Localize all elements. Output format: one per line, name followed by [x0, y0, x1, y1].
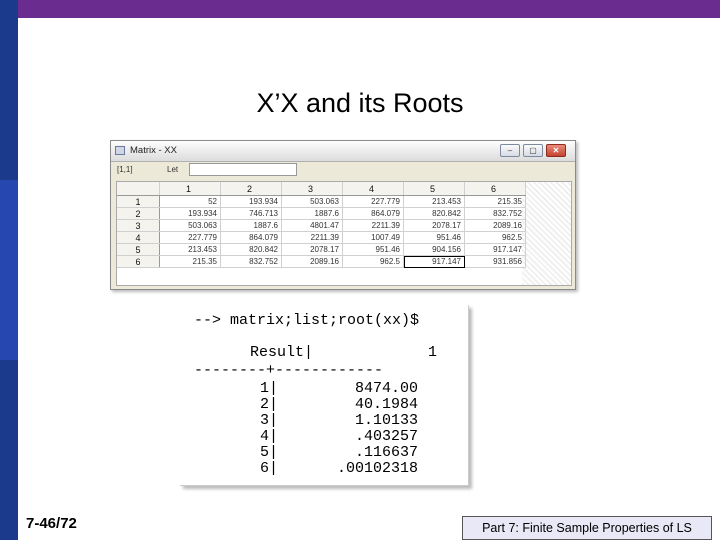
matrix-cell[interactable]: 52 [159, 195, 221, 208]
matrix-cell[interactable]: 4801.47 [281, 219, 343, 232]
result-row-index: 6| [259, 460, 278, 477]
matrix-cell[interactable]: 962.5 [342, 255, 404, 268]
left-accent-bar-bottom [0, 360, 18, 540]
result-row: 2| 40.1984 [194, 397, 418, 413]
result-row-value: 8474.00 [354, 380, 418, 397]
slide-footer: Part 7: Finite Sample Properties of LS [462, 516, 712, 540]
column-header[interactable]: 3 [281, 182, 343, 196]
matrix-cell[interactable]: 931.856 [464, 255, 526, 268]
matrix-cell[interactable]: 820.842 [403, 207, 465, 220]
row-header[interactable]: 6 [117, 255, 160, 268]
matrix-cell[interactable]: 215.35 [464, 195, 526, 208]
table-row: 1 52 193.934 503.063 227.779 213.453 215.35 [117, 195, 526, 208]
matrix-cell[interactable]: 503.063 [281, 195, 343, 208]
result-row: 3| 1.10133 [194, 413, 418, 429]
matrix-grid: 123456 1 52 193.934 503.063 227.779 213.453 21… [116, 181, 572, 286]
result-row-index: 2| [259, 396, 278, 413]
result-row: 1| 8474.00 [194, 381, 418, 397]
result-row-index: 3| [259, 412, 278, 429]
column-header[interactable]: 2 [220, 182, 282, 196]
matrix-cell[interactable]: 2089.16 [464, 219, 526, 232]
result-row-index: 4| [259, 428, 278, 445]
matrix-window: Matrix - XX ‒ ▢ ✕ [1,1] Let 123456 1 52 19… [110, 140, 576, 290]
matrix-cell[interactable]: 820.842 [220, 243, 282, 256]
console-output: --> matrix;list;root(xx)$ Result| 1 -----… [180, 305, 469, 486]
result-row: 4| .403257 [194, 429, 418, 445]
column-header[interactable]: 1 [159, 182, 221, 196]
row-header[interactable]: 1 [117, 195, 160, 208]
matrix-cell[interactable]: 917.147 [403, 255, 465, 268]
result-separator: --------+------------ [194, 362, 384, 379]
matrix-cell[interactable]: 193.934 [159, 207, 221, 220]
matrix-cell[interactable]: 962.5 [464, 231, 526, 244]
matrix-cell[interactable]: 832.752 [220, 255, 282, 268]
result-row-value: 1.10133 [354, 412, 418, 429]
table-row: 4 227.779 864.079 2211.39 1007.49 951.46 962.5 [117, 231, 526, 244]
matrix-cell[interactable]: 1887.6 [281, 207, 343, 220]
matrix-cell[interactable]: 951.46 [342, 243, 404, 256]
column-header[interactable]: 6 [464, 182, 526, 196]
matrix-cell[interactable]: 1887.6 [220, 219, 282, 232]
top-accent-bar [0, 0, 720, 18]
console-command: --> matrix;list;root(xx)$ [194, 312, 420, 329]
column-header[interactable]: 5 [403, 182, 465, 196]
matrix-cell[interactable]: 1007.49 [342, 231, 404, 244]
matrix-window-icon [115, 146, 125, 155]
row-header[interactable]: 5 [117, 243, 160, 256]
table-row: 2 193.934 746.713 1887.6 864.079 820.842 832.7… [117, 207, 526, 220]
row-header[interactable]: 2 [117, 207, 160, 220]
result-row-value: .00102318 [336, 460, 418, 477]
column-header-row: 123456 [117, 182, 526, 196]
matrix-toolbar: [1,1] Let [115, 163, 571, 179]
matrix-cell[interactable]: 503.063 [159, 219, 221, 232]
left-accent-bar-middle [0, 180, 18, 360]
matrix-cell[interactable]: 2089.16 [281, 255, 343, 268]
table-row: 6 215.35 832.752 2089.16 962.5 917.147 931.856 [117, 255, 526, 268]
matrix-cell[interactable]: 193.934 [220, 195, 282, 208]
result-row-index: 5| [259, 444, 278, 461]
matrix-cell[interactable]: 2078.17 [281, 243, 343, 256]
matrix-cell[interactable]: 213.453 [159, 243, 221, 256]
maximize-button[interactable]: ▢ [523, 144, 543, 157]
matrix-cell[interactable]: 2211.39 [281, 231, 343, 244]
column-header[interactable]: 4 [342, 182, 404, 196]
matrix-cell[interactable]: 917.147 [464, 243, 526, 256]
matrix-cell[interactable]: 215.35 [159, 255, 221, 268]
cell-reference: [1,1] [117, 165, 133, 174]
matrix-cell[interactable]: 227.779 [342, 195, 404, 208]
matrix-cell[interactable]: 2078.17 [403, 219, 465, 232]
result-row-value: .403257 [354, 428, 418, 445]
matrix-cell[interactable]: 864.079 [342, 207, 404, 220]
result-row: 6| .00102318 [194, 461, 418, 477]
matrix-cell[interactable]: 832.752 [464, 207, 526, 220]
matrix-cell[interactable]: 904.156 [403, 243, 465, 256]
slide-number: 7-46/72 [26, 515, 77, 532]
close-button[interactable]: ✕ [546, 144, 566, 157]
cell-value-input[interactable] [189, 163, 297, 176]
result-row-value: 40.1984 [354, 396, 418, 413]
matrix-cell[interactable]: 213.453 [403, 195, 465, 208]
result-column-header: 1 [428, 344, 438, 361]
row-header[interactable]: 3 [117, 219, 160, 232]
window-titlebar[interactable]: Matrix - XX ‒ ▢ ✕ [111, 141, 575, 162]
result-row: 5| .116637 [194, 445, 418, 461]
matrix-cell[interactable]: 227.779 [159, 231, 221, 244]
window-title: Matrix - XX [130, 145, 177, 156]
matrix-cell[interactable]: 864.079 [220, 231, 282, 244]
matrix-cell[interactable]: 951.46 [403, 231, 465, 244]
result-row-value: .116637 [354, 444, 418, 461]
matrix-table: 123456 1 52 193.934 503.063 227.779 213.453 21… [117, 182, 526, 268]
matrix-cell[interactable]: 746.713 [220, 207, 282, 220]
result-row-index: 1| [259, 380, 278, 397]
result-header: Result| 1 [194, 345, 437, 361]
grid-corner [117, 182, 160, 196]
let-label: Let [167, 165, 179, 174]
slide-title: X’X and its Roots [256, 88, 464, 118]
matrix-cell[interactable]: 2211.39 [342, 219, 404, 232]
row-header[interactable]: 4 [117, 231, 160, 244]
result-label: Result| [250, 344, 314, 361]
table-row: 3 503.063 1887.6 4801.47 2211.39 2078.17 2089.… [117, 219, 526, 232]
table-row: 5 213.453 820.842 2078.17 951.46 904.156 917.1… [117, 243, 526, 256]
minimize-button[interactable]: ‒ [500, 144, 520, 157]
